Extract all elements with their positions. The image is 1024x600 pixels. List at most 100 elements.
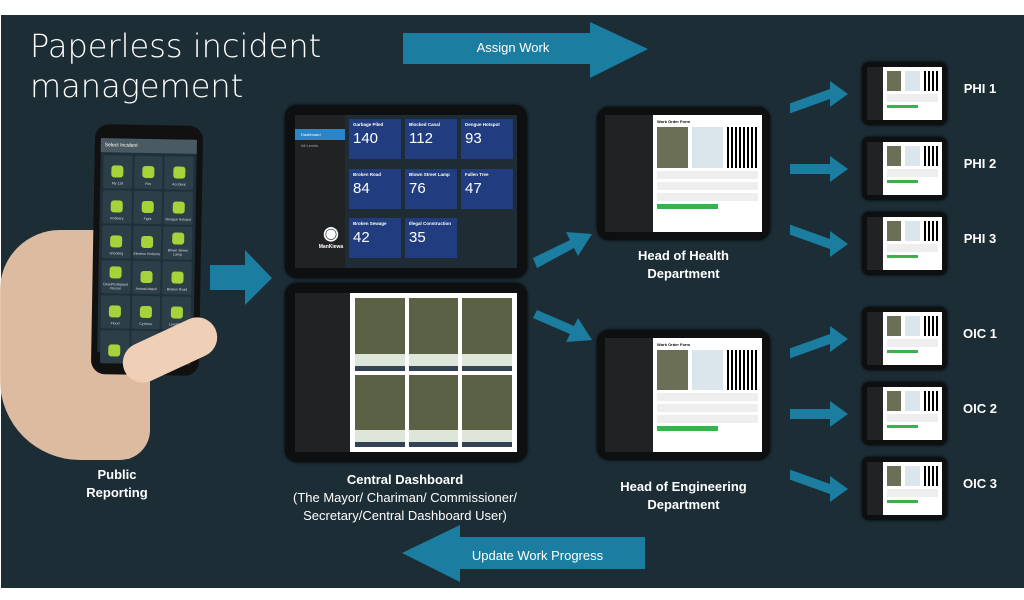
stat-tile[interactable]: Blocked Canal 112 <box>405 119 457 159</box>
form-field[interactable] <box>657 193 758 202</box>
dept-to-officer-arrows <box>790 81 848 502</box>
public-reporting-label: Public Reporting <box>86 467 148 500</box>
incident-list-tablet <box>285 283 527 462</box>
incident-map <box>355 353 405 366</box>
incident-type-button[interactable]: Cyclone <box>131 295 161 330</box>
phone-to-dashboard-arrow <box>210 250 272 305</box>
incident-photo <box>355 374 405 430</box>
incident-type-button[interactable]: Fire <box>133 155 163 190</box>
incident-type-button[interactable]: Animal Attack <box>131 260 162 295</box>
incident-icon <box>110 200 124 213</box>
department-label: Head of Health Department <box>637 248 729 281</box>
incident-icon <box>172 201 185 214</box>
officer-tablet <box>862 457 947 520</box>
incident-photo <box>462 298 512 354</box>
form-field[interactable] <box>657 182 758 191</box>
incident-type-button[interactable]: Flood <box>100 295 130 329</box>
incident-card <box>408 374 459 447</box>
officer-tablet <box>862 382 947 445</box>
stat-tile[interactable]: Broken Road 84 <box>349 168 401 209</box>
incident-type-button[interactable]: Dead/Collapsed Person <box>101 260 131 294</box>
incident-type-button[interactable]: Accident <box>164 156 194 190</box>
officer-label: PHI 2 <box>963 156 997 171</box>
incident-card <box>355 374 405 447</box>
incident-type-button[interactable]: Robbery <box>102 190 132 224</box>
stat-tile[interactable]: Garbage Piled 140 <box>349 119 401 159</box>
dashboard-tablet: Dashboard All Levels ◉ ManKiewa Garbage P… <box>285 105 527 278</box>
incident-card <box>462 374 512 447</box>
dashboard-sidebar: Dashboard All Levels ◉ ManKiewa <box>295 115 345 268</box>
menu-all-levels[interactable]: All Levels <box>295 140 345 151</box>
assign-button[interactable] <box>355 365 405 371</box>
incident-map <box>355 430 405 442</box>
officer-arrow <box>790 401 848 427</box>
officer-arrow <box>790 224 848 257</box>
officer-tablet <box>862 137 947 200</box>
officer-label: PHI 3 <box>963 231 997 246</box>
incident-card <box>408 298 459 371</box>
menu-dashboard[interactable]: Dashboard <box>295 129 345 140</box>
incident-type-button[interactable]: Election Violence <box>132 225 162 260</box>
stat-tile[interactable]: Dengue Hotspot 93 <box>461 119 513 159</box>
stat-tile[interactable]: Illegal Construction 35 <box>405 218 457 259</box>
incident-icon <box>171 232 184 245</box>
stat-tile[interactable]: Blown Street Lamp 76 <box>405 168 457 209</box>
incident-card <box>355 298 405 371</box>
department-tablet: Work Order Form <box>597 107 770 240</box>
arrow-label: Assign Work <box>476 40 550 55</box>
officer-arrow <box>790 326 848 359</box>
incident-map <box>408 430 459 442</box>
officer-label: PHI 1 <box>963 81 997 96</box>
incident-icon <box>172 166 186 179</box>
officer-tablet <box>862 212 947 275</box>
form-buttons[interactable] <box>657 204 718 210</box>
assign-button[interactable] <box>408 442 459 447</box>
assign-button[interactable] <box>355 442 405 447</box>
assign-button[interactable] <box>462 442 512 447</box>
incident-type-button[interactable]: Dengue Hotspot <box>163 191 194 225</box>
form-buttons[interactable] <box>657 426 718 432</box>
incident-icon <box>109 266 123 279</box>
officer-tablet <box>862 307 947 370</box>
incident-type-button[interactable]: My 119 <box>103 155 133 189</box>
incident-icon <box>140 270 153 284</box>
incident-type-button[interactable]: Shooting <box>101 225 132 259</box>
assign-button[interactable] <box>462 365 512 371</box>
incident-photo <box>408 298 459 354</box>
incident-icon <box>108 344 121 357</box>
central-dashboard-label: Central Dashboard (The Mayor/ Chariman/ … <box>293 472 517 523</box>
form-field[interactable] <box>657 393 758 402</box>
incident-photo <box>462 374 512 430</box>
qr-code <box>727 127 758 169</box>
incident-map <box>408 353 459 366</box>
incident-icon <box>110 235 123 248</box>
incident-type-button[interactable]: Broken Road <box>162 261 192 295</box>
stat-tile[interactable]: Fallen Tree 47 <box>461 168 513 209</box>
department-label: Head of Engineering Department <box>620 479 747 512</box>
work-order-form: Work Order Form <box>653 115 762 232</box>
form-field[interactable] <box>657 171 758 180</box>
mankiewa-logo: ◉ ManKiewa <box>318 223 344 250</box>
arrow-label: Update Work Progress <box>471 548 604 563</box>
incident-photo <box>355 298 405 354</box>
incident-type-button[interactable]: Blown Street Lamp <box>163 226 193 260</box>
incident-icon <box>142 165 155 179</box>
form-field[interactable] <box>657 415 758 424</box>
incident-map <box>462 430 512 442</box>
assign-button[interactable] <box>408 365 459 371</box>
form-field[interactable] <box>657 404 758 413</box>
officer-label: OIC 3 <box>963 476 997 491</box>
incident-icon <box>109 305 122 318</box>
officer-label: OIC 2 <box>963 401 997 416</box>
officer-tablet <box>862 62 947 125</box>
incident-type-button[interactable]: Fight <box>133 190 163 225</box>
incident-icon <box>170 306 183 319</box>
department-tablet: Work Order Form <box>597 330 770 460</box>
incident-card <box>462 298 512 371</box>
officer-arrow <box>790 81 848 114</box>
officer-arrow <box>790 156 848 182</box>
work-order-form: Work Order Form <box>653 338 762 452</box>
incident-photo <box>408 374 459 430</box>
incident-icon <box>139 305 153 319</box>
officer-arrow <box>790 469 848 502</box>
